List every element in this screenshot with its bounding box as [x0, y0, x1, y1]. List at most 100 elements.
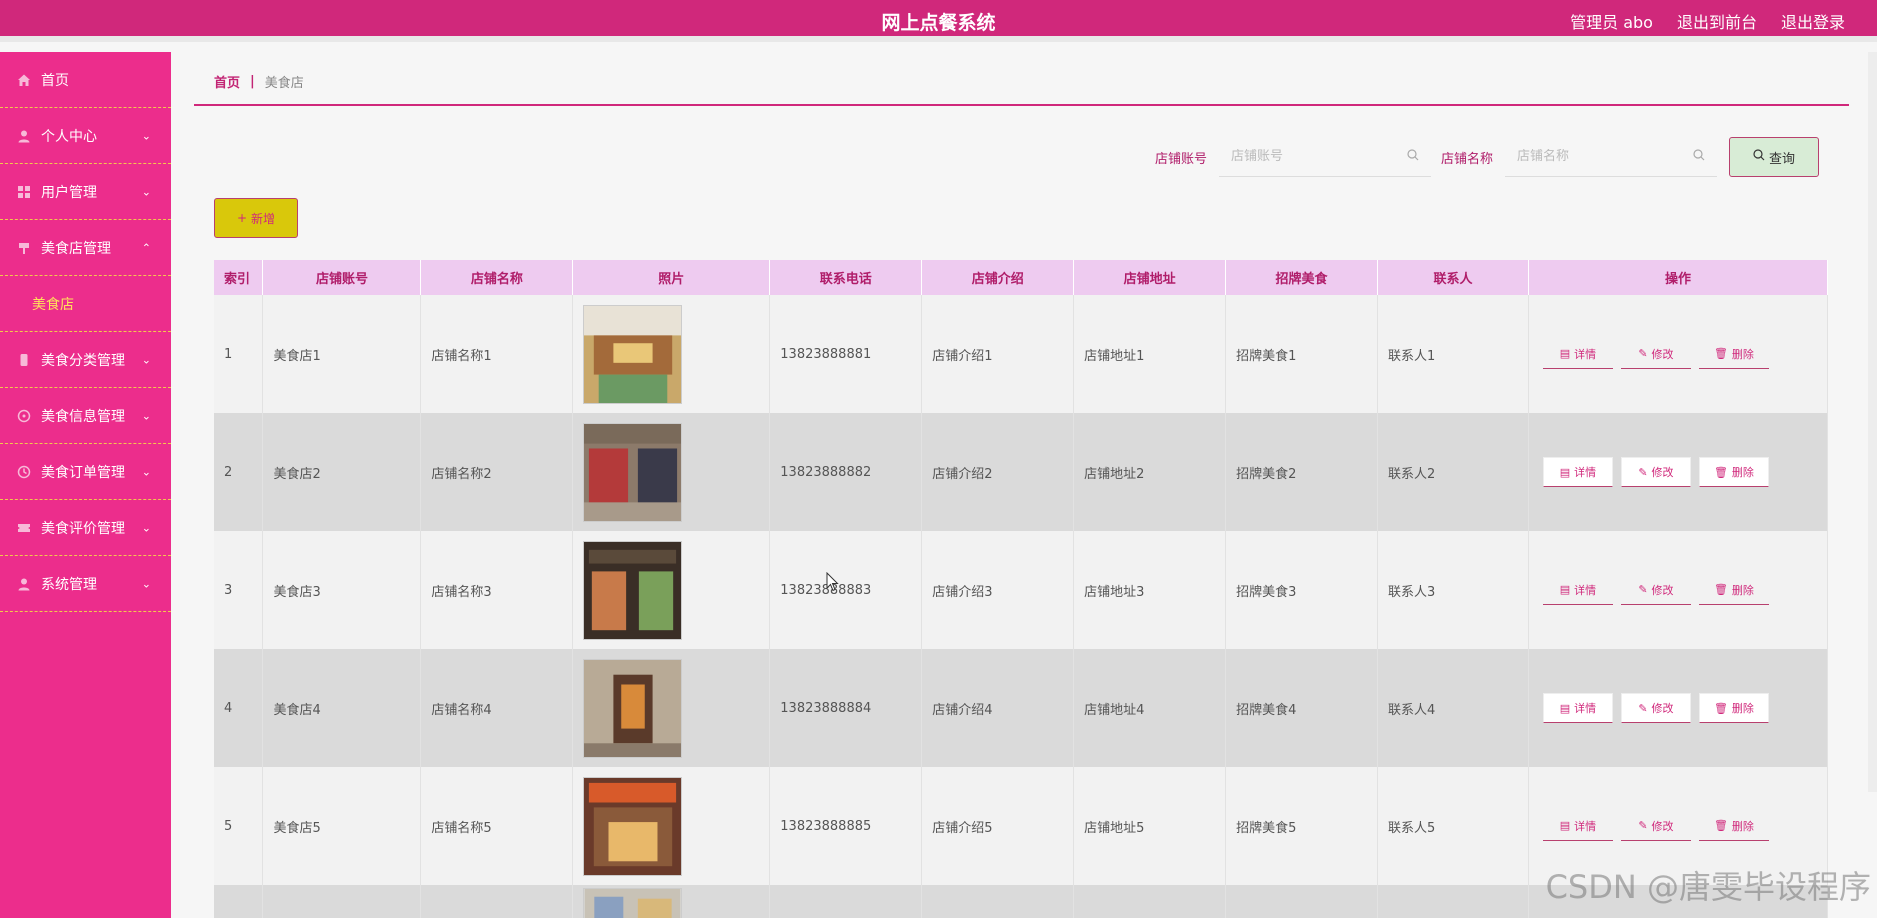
- breadcrumb-separator: |: [250, 73, 255, 89]
- edit-button-label: 修改: [1651, 347, 1674, 361]
- sidebar-item-label: 系统管理: [41, 576, 97, 593]
- cell-photo: [572, 649, 771, 767]
- cell-phone: 13823888882: [769, 413, 923, 531]
- column-header[interactable]: 店铺介绍: [921, 260, 1075, 295]
- delete-button-label: 删除: [1731, 819, 1754, 833]
- column-header[interactable]: 店铺名称: [420, 260, 574, 295]
- table-row: 4 美食店4 店铺名称4 13823888884 店铺介绍4 店铺地址4 招牌美…: [214, 649, 1829, 767]
- cell-index: 3: [214, 531, 264, 649]
- store-photo[interactable]: [583, 888, 683, 918]
- cell-intro: 店铺介绍1: [921, 295, 1075, 413]
- edit-button[interactable]: ✎ 修改: [1620, 457, 1691, 487]
- trash-icon: 🗑: [1713, 347, 1728, 360]
- cell-phone: 13823888884: [769, 649, 923, 767]
- column-header: 照片: [572, 260, 771, 295]
- breadcrumb-current: 美食店: [264, 75, 304, 91]
- detail-button[interactable]: ▤ 详情: [1542, 811, 1613, 841]
- back-to-front-link[interactable]: 退出到前台: [1677, 9, 1757, 33]
- edit-button[interactable]: ✎ 修改: [1620, 339, 1691, 369]
- detail-button-label: 详情: [1574, 819, 1597, 833]
- sidebar-item-system[interactable]: 系统管理 ⌄: [0, 556, 171, 612]
- top-right-links: 管理员 abo 退出到前台 退出登录: [1570, 9, 1845, 33]
- delete-button[interactable]: 🗑 删除: [1698, 339, 1769, 369]
- column-header[interactable]: 店铺地址: [1073, 260, 1227, 295]
- detail-button[interactable]: ▤ 详情: [1542, 575, 1613, 605]
- delete-button[interactable]: 🗑 删除: [1698, 575, 1769, 605]
- trash-icon: 🗑: [1713, 465, 1728, 479]
- user-icon: [17, 577, 31, 591]
- delete-button-label: 删除: [1731, 702, 1754, 715]
- logout-link[interactable]: 退出登录: [1781, 9, 1845, 33]
- table-header-row: 索引 店铺账号 店铺名称 照片 联系电话 店铺介绍 店铺地址 招牌美食 联系人 …: [214, 260, 1829, 295]
- breadcrumb-home[interactable]: 首页: [214, 72, 240, 91]
- delete-button-label: 删除: [1731, 583, 1754, 597]
- cell-ops: ▤ 详情 ✎ 修改 🗑 删除: [1528, 413, 1829, 531]
- pencil-icon: ✎: [1638, 819, 1648, 832]
- admin-user-label[interactable]: 管理员 abo: [1570, 9, 1653, 33]
- add-button[interactable]: + 新增: [214, 198, 298, 238]
- document-icon: ▤: [1559, 819, 1571, 832]
- sidebar-item-orders[interactable]: 美食订单管理 ⌄: [0, 444, 171, 500]
- edit-button[interactable]: ✎ 修改: [1620, 575, 1691, 605]
- detail-button-label: 详情: [1574, 466, 1597, 479]
- name-search-input[interactable]: [1517, 149, 1677, 164]
- store-photo[interactable]: [583, 422, 683, 522]
- table-row: 1 美食店1 店铺名称1 13823888881 店铺介绍1 店铺地址1 招牌美…: [214, 295, 1829, 413]
- cell-phone: 13823888881: [769, 295, 923, 413]
- cell-address: 店铺地址1: [1073, 295, 1227, 413]
- store-photo[interactable]: [583, 658, 683, 758]
- column-header[interactable]: 招牌美食: [1225, 260, 1379, 295]
- mouse-cursor-icon: [826, 572, 839, 592]
- sidebar-item-categories[interactable]: 美食分类管理 ⌄: [0, 332, 171, 388]
- name-search-label: 店铺名称: [1440, 151, 1493, 167]
- sidebar-subitem-store[interactable]: 美食店: [0, 276, 171, 332]
- cell-ops: ▤ 详情 ✎ 修改 🗑 删除: [1528, 295, 1829, 413]
- detail-button[interactable]: ▤ 详情: [1542, 457, 1613, 487]
- delete-button[interactable]: 🗑 删除: [1698, 693, 1769, 723]
- table-row: 3 美食店3 店铺名称3 13823888883 店铺介绍3 店铺地址3 招牌美…: [214, 531, 1829, 649]
- vertical-scrollbar[interactable]: [1868, 52, 1877, 792]
- sidebar-item-users[interactable]: 用户管理 ⌄: [0, 164, 171, 220]
- cell-intro: 店铺介绍2: [921, 413, 1075, 531]
- delete-button[interactable]: 🗑 删除: [1698, 457, 1769, 487]
- name-search-box: [1505, 137, 1717, 177]
- account-search-label: 店铺账号: [1154, 151, 1207, 167]
- sidebar-item-home[interactable]: 首页: [0, 52, 171, 108]
- cell-index: 5: [214, 767, 264, 885]
- delete-button[interactable]: 🗑 删除: [1698, 811, 1769, 841]
- sidebar-item-stores[interactable]: 美食店管理 ⌃: [0, 220, 171, 276]
- sidebar-item-personal[interactable]: 个人中心 ⌄: [0, 108, 171, 164]
- sidebar-item-reviews[interactable]: 美食评价管理 ⌄: [0, 500, 171, 556]
- cell-ops: ▤ 详情 ✎ 修改 🗑 删除: [1528, 649, 1829, 767]
- cell-account: 美食店1: [262, 295, 422, 413]
- store-photo[interactable]: [583, 540, 683, 640]
- store-photo[interactable]: [583, 776, 683, 876]
- plus-icon: +: [236, 211, 248, 225]
- detail-button[interactable]: ▤ 详情: [1542, 693, 1613, 723]
- cell-intro: 店铺介绍5: [921, 767, 1075, 885]
- column-header[interactable]: 店铺账号: [262, 260, 422, 295]
- search-bar: 店铺账号 店铺名称 查询: [1155, 137, 1819, 177]
- sidebar-item-label: 美食信息管理: [41, 408, 125, 425]
- pencil-icon: ✎: [1638, 583, 1648, 596]
- cell-food: 招牌美食1: [1225, 295, 1379, 413]
- column-header[interactable]: 联系人: [1377, 260, 1529, 295]
- document-icon: ▤: [1559, 465, 1571, 479]
- detail-button-label: 详情: [1574, 347, 1597, 361]
- cell-name: 店铺名称5: [420, 767, 574, 885]
- edit-button[interactable]: ✎ 修改: [1620, 693, 1691, 723]
- account-search-input[interactable]: [1230, 149, 1391, 164]
- edit-button-label: 修改: [1651, 819, 1674, 833]
- edit-button[interactable]: ✎ 修改: [1620, 811, 1691, 841]
- cell-photo: [572, 767, 771, 885]
- edit-button-label: 修改: [1651, 466, 1674, 479]
- column-header[interactable]: 联系电话: [769, 260, 923, 295]
- store-table: 索引 店铺账号 店铺名称 照片 联系电话 店铺介绍 店铺地址 招牌美食 联系人 …: [214, 260, 1829, 918]
- cell-name: 店铺名称2: [420, 413, 574, 531]
- store-photo[interactable]: [583, 304, 683, 404]
- query-button[interactable]: 查询: [1729, 137, 1819, 177]
- cell-food: 招牌美食2: [1225, 413, 1379, 531]
- detail-button[interactable]: ▤ 详情: [1542, 339, 1613, 369]
- sidebar-item-food-info[interactable]: 美食信息管理 ⌄: [0, 388, 171, 444]
- edit-button-label: 修改: [1651, 583, 1674, 597]
